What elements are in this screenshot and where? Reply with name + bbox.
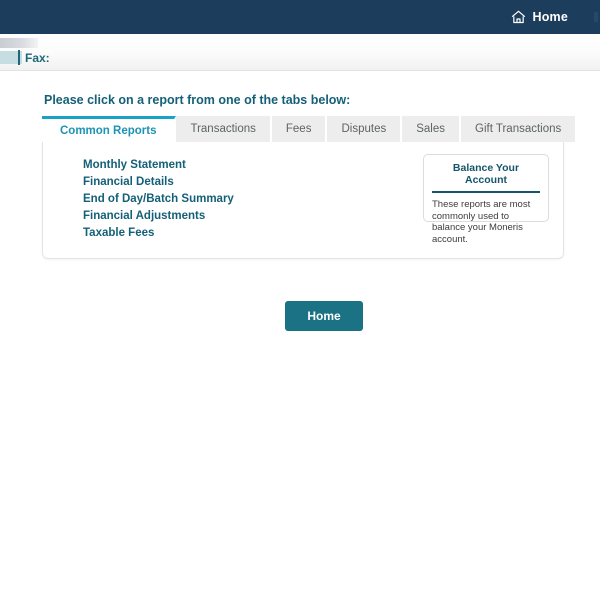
fax-label: Fax: — [25, 51, 50, 65]
report-tabs: Common Reports Transactions Fees Dispute… — [42, 116, 576, 142]
tab-gift-transactions[interactable]: Gift Transactions — [461, 116, 576, 142]
report-link-financial-details[interactable]: Financial Details — [83, 176, 234, 189]
main-content: Please click on a report from one of the… — [0, 71, 600, 331]
topbar-home-link[interactable]: Home — [511, 10, 568, 24]
report-link-monthly-statement[interactable]: Monthly Statement — [83, 159, 234, 172]
account-info-bar: Fax: — [0, 34, 600, 71]
house-icon — [511, 10, 526, 24]
tab-content-panel: Monthly Statement Financial Details End … — [42, 142, 564, 259]
balance-account-callout: Balance Your Account These reports are m… — [423, 154, 549, 245]
report-link-taxable-fees[interactable]: Taxable Fees — [83, 227, 234, 240]
tab-sales[interactable]: Sales — [402, 116, 461, 142]
tab-disputes[interactable]: Disputes — [327, 116, 403, 142]
report-link-financial-adjustments[interactable]: Financial Adjustments — [83, 210, 234, 223]
tab-common-reports[interactable]: Common Reports — [42, 116, 177, 142]
redacted-account-name — [0, 38, 38, 48]
topbar-edge-element[interactable] — [594, 12, 598, 22]
callout-body: These reports are most commonly used to … — [432, 199, 531, 245]
page-instruction: Please click on a report from one of the… — [44, 93, 351, 107]
home-button[interactable]: Home — [285, 301, 363, 331]
report-link-end-of-day-batch-summary[interactable]: End of Day/Batch Summary — [83, 193, 234, 206]
topbar-home-label: Home — [532, 10, 568, 24]
field-divider — [18, 50, 20, 65]
top-navigation-bar: Home — [0, 0, 600, 34]
report-link-list: Monthly Statement Financial Details End … — [83, 156, 234, 240]
tab-transactions[interactable]: Transactions — [176, 116, 272, 142]
callout-title: Balance Your Account — [432, 162, 540, 193]
home-button-container: Home — [42, 301, 600, 331]
tab-fees[interactable]: Fees — [271, 116, 328, 142]
